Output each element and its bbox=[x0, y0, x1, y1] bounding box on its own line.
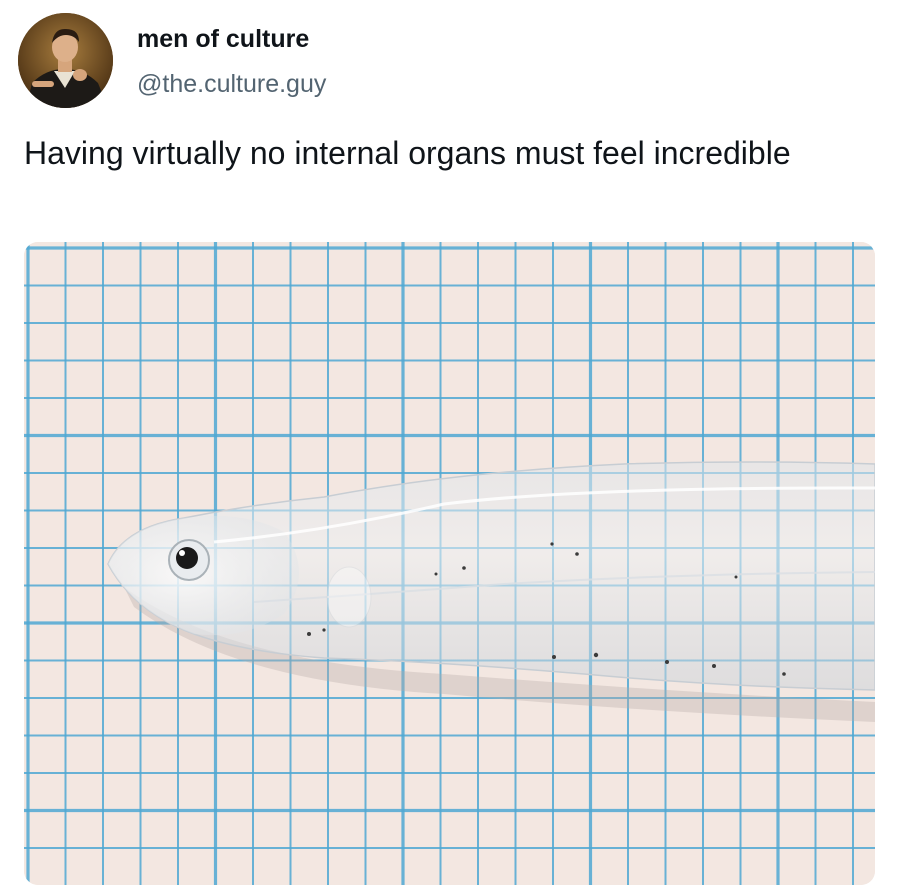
user-handle[interactable]: @the.culture.guy bbox=[137, 70, 326, 99]
display-name[interactable]: men of culture bbox=[137, 25, 309, 54]
eel-photo bbox=[24, 242, 875, 885]
tweet-media-image[interactable] bbox=[24, 242, 875, 885]
portrait-icon bbox=[18, 13, 113, 108]
avatar[interactable] bbox=[18, 13, 113, 108]
tweet-text: Having virtually no internal organs must… bbox=[24, 135, 791, 171]
